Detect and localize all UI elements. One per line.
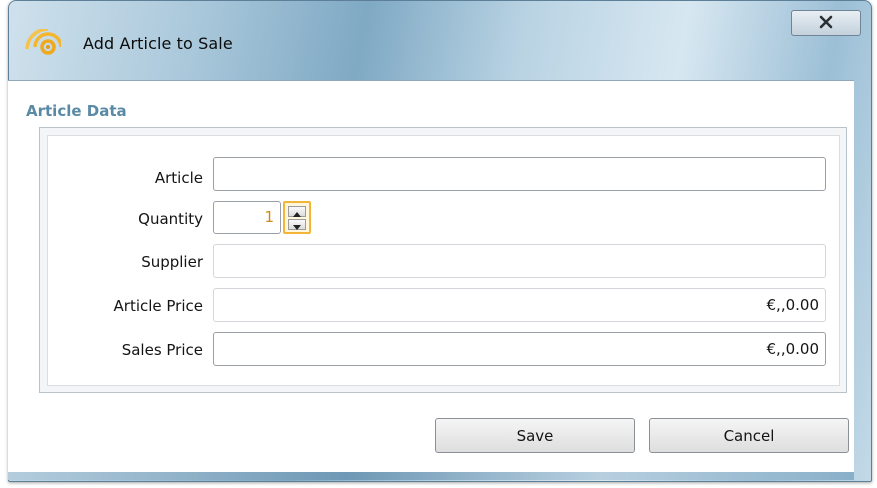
supplier-label: Supplier	[141, 253, 203, 271]
arrow-down-icon	[293, 215, 301, 234]
save-button[interactable]: Save	[435, 418, 635, 453]
cancel-button[interactable]: Cancel	[649, 418, 849, 453]
close-icon	[818, 14, 834, 33]
window-bottom-border	[8, 472, 854, 480]
article-price-label: Article Price	[113, 297, 203, 315]
close-button[interactable]	[791, 10, 861, 36]
quantity-input[interactable]: 1	[213, 201, 281, 234]
app-logo-icon	[21, 27, 63, 61]
title-bar[interactable]: Add Article to Sale	[9, 1, 871, 81]
article-label: Article	[154, 169, 203, 187]
sales-price-input[interactable]: €,,0.00	[213, 332, 826, 366]
supplier-input[interactable]	[213, 244, 826, 278]
quantity-stepper[interactable]	[283, 201, 311, 234]
article-price-input[interactable]: €,,0.00	[213, 288, 826, 322]
sales-price-label: Sales Price	[121, 341, 203, 359]
sales-price-value: €,,0.00	[766, 340, 819, 358]
quantity-value: 1	[264, 208, 274, 226]
section-title: Article Data	[26, 102, 127, 120]
quantity-label: Quantity	[138, 210, 203, 228]
article-price-value: €,,0.00	[766, 296, 819, 314]
quantity-decrement-button[interactable]	[288, 219, 306, 230]
window-title: Add Article to Sale	[83, 34, 233, 53]
article-input[interactable]	[213, 157, 826, 191]
